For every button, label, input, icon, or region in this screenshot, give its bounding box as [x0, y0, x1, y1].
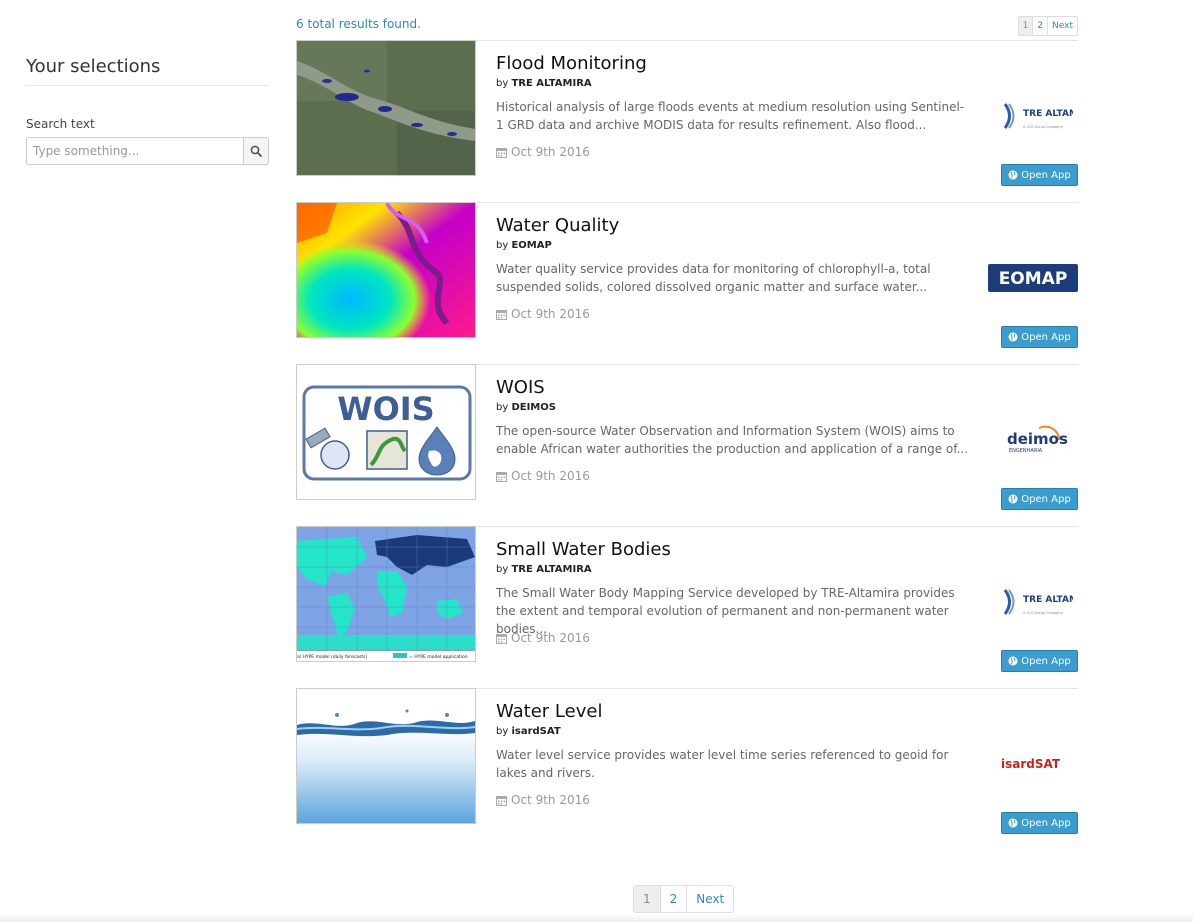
logo-text: TRE ALTAMIRA [1023, 109, 1073, 119]
item-description: Water level service provides water level… [496, 748, 949, 780]
wois-thumbnail[interactable]: WOIS [296, 364, 476, 500]
sidebar: Your selections Search text [26, 56, 269, 165]
globe-icon [1008, 170, 1018, 180]
next-page-link[interactable]: Next [1047, 17, 1077, 35]
item-date-text: Oct 9th 2016 [511, 469, 590, 483]
result-item: al HYPE model (daily forecasts) = HYPE m… [296, 526, 1078, 689]
open-app-label: Open App [1021, 493, 1071, 505]
item-author-line: by DEIMOS [496, 402, 556, 413]
item-description: Water quality service provides data for … [496, 262, 931, 294]
result-item: Water Quality by EOMAP Water quality ser… [296, 202, 1078, 365]
item-date-text: Oct 9th 2016 [511, 307, 590, 321]
open-app-label: Open App [1021, 817, 1071, 829]
flood-monitoring-thumbnail[interactable] [296, 40, 476, 176]
open-app-label: Open App [1021, 169, 1071, 181]
water-quality-thumbnail[interactable] [296, 202, 476, 338]
pagination-top: 1 2 Next [1017, 16, 1078, 36]
open-app-button[interactable]: Open App [1001, 812, 1078, 834]
search-input[interactable] [26, 137, 243, 165]
open-app-button[interactable]: Open App [1001, 488, 1078, 510]
item-author[interactable]: TRE ALTAMIRA [511, 78, 591, 89]
item-author-line: by TRE ALTAMIRA [496, 78, 592, 89]
calendar-icon [496, 633, 507, 644]
globe-icon [1008, 494, 1018, 504]
result-item: Flood Monitoring by TRE ALTAMIRA Histori… [296, 40, 1078, 203]
deimos-logo: deimos ENGENHARIA [988, 420, 1078, 460]
logo-subtext: ENGENHARIA [1009, 448, 1043, 454]
item-author-line: by TRE ALTAMIRA [496, 564, 592, 575]
item-title[interactable]: Water Level [496, 701, 602, 722]
item-date-text: Oct 9th 2016 [511, 793, 590, 807]
item-author[interactable]: TRE ALTAMIRA [511, 564, 591, 575]
page-2-link[interactable]: 2 [659, 886, 687, 912]
by-prefix: by [496, 402, 509, 413]
item-title[interactable]: WOIS [496, 377, 545, 398]
item-title[interactable]: Water Quality [496, 215, 619, 236]
search-icon [250, 145, 262, 157]
item-date: Oct 9th 2016 [496, 469, 590, 483]
by-prefix: by [496, 240, 509, 251]
item-author[interactable]: EOMAP [511, 240, 551, 251]
tre-altamira-logo: TRE ALTAMIRA A CLS Group Company [988, 96, 1078, 136]
open-app-label: Open App [1021, 331, 1071, 343]
open-app-button[interactable]: Open App [1001, 650, 1078, 672]
page-2-link[interactable]: 2 [1032, 17, 1047, 35]
item-author[interactable]: DEIMOS [511, 402, 556, 413]
search-button[interactable] [243, 137, 269, 165]
thumb-legend-1: al HYPE model (daily forecasts) [297, 654, 368, 660]
result-item: WOIS WOIS by DEIMOS The open-source Wate… [296, 364, 1078, 527]
thumb-legend-2: = HYPE model application [409, 654, 468, 660]
search-label: Search text [26, 117, 95, 131]
item-author-line: by isardSAT [496, 726, 561, 737]
logo-subtext: A CLS Group Company [1023, 125, 1063, 129]
globe-icon [1008, 818, 1018, 828]
item-description: The Small Water Body Mapping Service dev… [496, 586, 955, 636]
open-app-label: Open App [1021, 655, 1071, 667]
item-title[interactable]: Flood Monitoring [496, 53, 647, 74]
small-water-bodies-thumbnail[interactable]: al HYPE model (daily forecasts) = HYPE m… [296, 526, 476, 662]
eomap-logo: EOMAP [988, 258, 1078, 298]
item-description: The open-source Water Observation and In… [496, 424, 969, 456]
result-item: Water Level by isardSAT Water level serv… [296, 688, 1078, 850]
tre-altamira-logo: TRE ALTAMIRA A CLS Group Company [988, 582, 1078, 622]
item-title[interactable]: Small Water Bodies [496, 539, 671, 560]
water-level-thumbnail[interactable] [296, 688, 476, 824]
globe-icon [1008, 332, 1018, 342]
item-author[interactable]: isardSAT [511, 726, 560, 737]
logo-subtext: A CLS Group Company [1023, 611, 1063, 615]
page-bottom-edge [0, 914, 1193, 922]
by-prefix: by [496, 564, 509, 575]
item-description: Historical analysis of large floods even… [496, 100, 965, 132]
item-date: Oct 9th 2016 [496, 793, 590, 807]
results-count: 6 total results found. [296, 17, 421, 31]
by-prefix: by [496, 78, 509, 89]
page-1-link[interactable]: 1 [634, 886, 660, 912]
item-date: Oct 9th 2016 [496, 631, 590, 645]
next-page-link[interactable]: Next [686, 886, 733, 912]
page-1-link[interactable]: 1 [1018, 17, 1033, 35]
wois-thumb-text: WOIS [337, 390, 434, 428]
globe-icon [1008, 656, 1018, 666]
item-date: Oct 9th 2016 [496, 145, 590, 159]
logo-text: isardSAT [1001, 757, 1061, 771]
calendar-icon [496, 795, 507, 806]
open-app-button[interactable]: Open App [1001, 326, 1078, 348]
by-prefix: by [496, 726, 509, 737]
item-date-text: Oct 9th 2016 [511, 145, 590, 159]
isardsat-logo: isardSAT [988, 744, 1078, 784]
item-date-text: Oct 9th 2016 [511, 631, 590, 645]
open-app-button[interactable]: Open App [1001, 164, 1078, 186]
logo-text: TRE ALTAMIRA [1023, 595, 1073, 605]
logo-text: deimos [1007, 430, 1068, 448]
logo-text: EOMAP [999, 269, 1068, 289]
calendar-icon [496, 147, 507, 158]
item-date: Oct 9th 2016 [496, 307, 590, 321]
calendar-icon [496, 309, 507, 320]
results-header: 6 total results found. 1 2 Next [296, 16, 1078, 41]
search-group [26, 137, 269, 165]
item-author-line: by EOMAP [496, 240, 552, 251]
sidebar-title: Your selections [26, 56, 269, 86]
calendar-icon [496, 471, 507, 482]
pagination-bottom: 1 2 Next [633, 885, 735, 913]
